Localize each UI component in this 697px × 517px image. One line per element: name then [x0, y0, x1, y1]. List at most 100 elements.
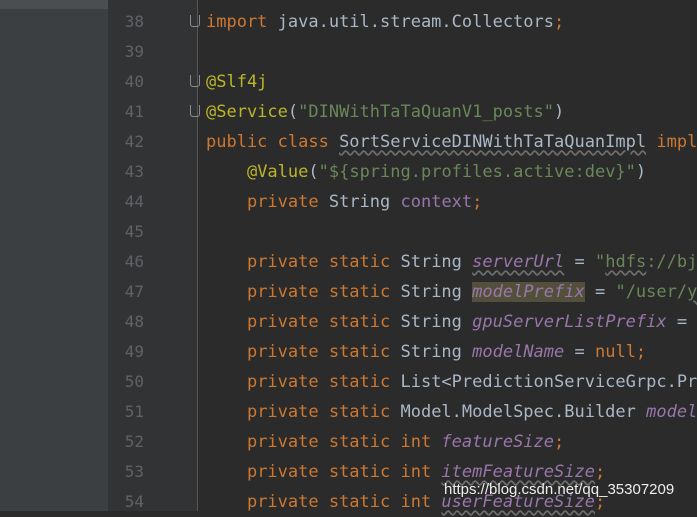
- code-token: private static: [246, 342, 401, 362]
- code-token: =: [584, 282, 616, 302]
- code-line[interactable]: 46 private static String serverUrl = "hd…: [0, 247, 697, 277]
- code-token: modelS: [646, 402, 697, 422]
- code-token: ;: [554, 12, 565, 32]
- fold-marker-icon[interactable]: [190, 15, 200, 27]
- code-token: SortServiceDINWithTaTaQuanImpl: [339, 132, 647, 152]
- code-token: context: [400, 192, 473, 212]
- line-number: 40: [124, 72, 144, 91]
- code-token: String: [400, 282, 473, 302]
- code-token: ://bjn: [646, 252, 697, 272]
- code-text: private static Model.ModelSpec.Builder m…: [206, 397, 697, 427]
- code-token: null;: [594, 342, 647, 362]
- code-token: hdfs: [605, 252, 647, 272]
- code-token: private static int: [246, 432, 442, 452]
- code-token: featureSize: [441, 432, 555, 452]
- code-token: "DINWithTaTaQuanV1_posts": [298, 102, 555, 122]
- code-line[interactable]: 48 private static String gpuServerListPr…: [0, 307, 697, 337]
- line-number: 47: [124, 282, 144, 301]
- code-token: "${spring.profiles.active:dev}": [318, 162, 636, 182]
- code-text: private static int featureSize;: [206, 427, 564, 457]
- code-text: import java.util.stream.Collectors;: [206, 7, 564, 37]
- code-text: private static String serverUrl = "hdfs:…: [206, 247, 697, 277]
- code-line[interactable]: 41 @Service("DINWithTaTaQuanV1_posts"): [0, 97, 697, 127]
- code-text: @Slf4j: [206, 67, 267, 97]
- code-token: private static: [246, 312, 401, 332]
- code-line[interactable]: 51 private static Model.ModelSpec.Builde…: [0, 397, 697, 427]
- code-token: import: [206, 12, 268, 32]
- code-text: public class SortServiceDINWithTaTaQuanI…: [206, 127, 697, 157]
- code-token: List<PredictionServiceGrpc.Pre: [400, 372, 697, 392]
- code-text: private static List<PredictionServiceGrp…: [206, 367, 697, 397]
- line-number: 45: [124, 222, 144, 241]
- code-token: ;: [554, 432, 565, 452]
- code-line[interactable]: 44 private String context;: [0, 187, 697, 217]
- code-token: java.util.stream.Collectors: [267, 12, 554, 32]
- line-number: 51: [124, 402, 144, 421]
- code-token: =: [564, 252, 595, 272]
- line-number: 49: [124, 342, 144, 361]
- code-token: private static int: [246, 492, 442, 512]
- code-line[interactable]: 50 private static List<PredictionService…: [0, 367, 697, 397]
- line-number: 43: [124, 162, 144, 181]
- code-text: private static String modelPrefix = "/us…: [206, 277, 697, 307]
- code-token: String: [400, 342, 473, 362]
- code-token: Model.ModelSpec.Builder: [400, 402, 647, 422]
- code-text: private String context;: [206, 187, 482, 217]
- line-number: 42: [124, 132, 144, 151]
- line-number: 39: [124, 42, 144, 61]
- code-token: =: [666, 312, 697, 332]
- code-token: modelName: [472, 342, 565, 362]
- code-token: serverUrl: [472, 252, 565, 272]
- code-token: (: [287, 102, 299, 122]
- code-line[interactable]: 47 private static String modelPrefix = "…: [0, 277, 697, 307]
- code-token: =: [564, 342, 595, 362]
- code-token: String: [400, 312, 473, 332]
- code-editor[interactable]: 38 import java.util.stream.Collectors; 39 4…: [0, 7, 697, 517]
- code-token: "/user/: [615, 282, 688, 302]
- code-line[interactable]: 39: [0, 37, 697, 67]
- code-token: (: [308, 162, 319, 182]
- code-token: private static: [246, 282, 401, 302]
- code-token: @Slf4j: [206, 72, 268, 92]
- code-token: @Value: [246, 162, 309, 182]
- code-token: gpuServerListPrefix: [472, 312, 667, 332]
- line-number: 54: [124, 492, 144, 511]
- line-number: 50: [124, 372, 144, 391]
- code-line[interactable]: 38 import java.util.stream.Collectors;: [0, 7, 697, 37]
- code-line[interactable]: 49 private static String modelName = nul…: [0, 337, 697, 367]
- code-text: @Service("DINWithTaTaQuanV1_posts"): [206, 97, 564, 127]
- code-line[interactable]: 43 @Value("${spring.profiles.active:dev}…: [0, 157, 697, 187]
- code-line[interactable]: 42 public class SortServiceDINWithTaTaQua…: [0, 127, 697, 157]
- code-token: private static: [246, 252, 401, 272]
- line-number: 41: [124, 102, 144, 121]
- code-token: ;: [594, 462, 606, 482]
- fold-marker-icon[interactable]: [190, 75, 200, 87]
- code-text: @Value("${spring.profiles.active:dev}"): [206, 157, 646, 187]
- code-line[interactable]: 52 private static int featureSize;: [0, 427, 697, 457]
- code-token: ): [635, 162, 647, 182]
- line-number: 38: [124, 12, 144, 31]
- code-token: ya: [687, 282, 697, 302]
- fold-marker-icon[interactable]: [190, 105, 200, 117]
- code-token: ": [594, 252, 606, 272]
- code-line[interactable]: 45: [0, 217, 697, 247]
- code-token: @Service: [206, 102, 288, 122]
- code-token: imple: [656, 132, 697, 152]
- code-token: private static: [246, 372, 401, 392]
- code-text: private static String gpuServerListPrefi…: [206, 307, 697, 337]
- line-number: 48: [124, 312, 144, 331]
- code-line[interactable]: 40 @Slf4j: [0, 67, 697, 97]
- code-token: String: [400, 252, 473, 272]
- code-token: private static int: [246, 462, 442, 482]
- line-number: 53: [124, 462, 144, 481]
